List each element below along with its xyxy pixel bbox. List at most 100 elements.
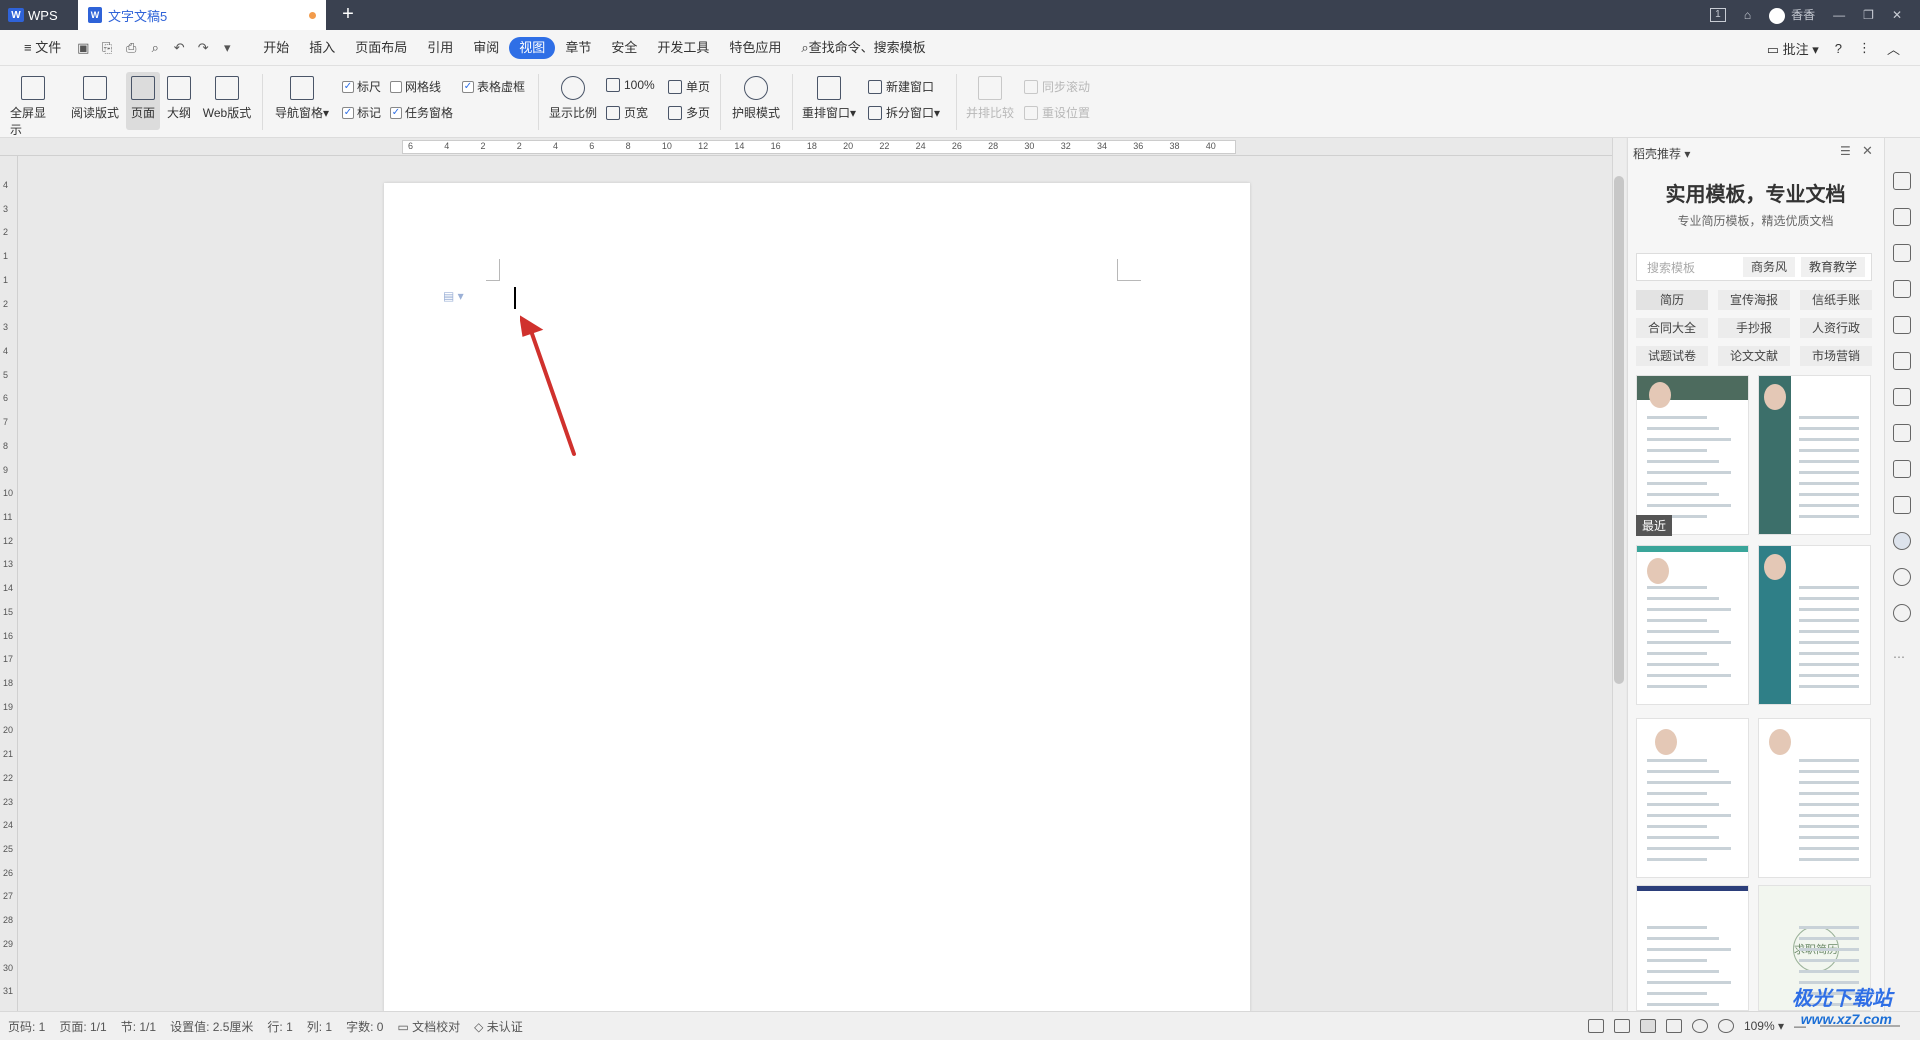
undo-icon[interactable]: ↶ [169,40,189,56]
outline-view-icon[interactable] [1665,1018,1682,1033]
gridlines-checkbox[interactable]: 网格线 [390,78,441,95]
status-pages[interactable]: 页面: 1/1 [59,1018,106,1035]
save-icon[interactable]: ▣ [73,40,93,56]
close-icon[interactable]: ✕ [1892,8,1902,22]
reading-layout-button[interactable]: 阅读版式 [70,76,120,121]
template-search-input[interactable]: 搜索模板 [1637,259,1743,276]
split-window-button[interactable]: 拆分窗口▾ [868,104,940,121]
tab-page-layout[interactable]: 页面布局 [345,37,417,59]
category-stationery[interactable]: 信纸手账 [1800,290,1872,310]
pen-icon[interactable] [1893,172,1911,190]
template-card[interactable] [1636,718,1749,878]
template-card[interactable] [1636,545,1749,705]
print-preview-icon[interactable]: ⌕ [145,40,165,56]
category-exams[interactable]: 试题试卷 [1636,346,1708,366]
customize-icon[interactable]: ▾ [217,40,237,56]
multi-page-button[interactable]: 多页 [668,104,710,121]
zoom-100-button[interactable]: 100% [606,78,655,92]
fullscreen-view-icon[interactable] [1587,1018,1604,1033]
wps-home-tab[interactable]: W WPS [0,0,76,30]
category-contracts[interactable]: 合同大全 [1636,318,1708,338]
window-count-badge[interactable]: 1 [1709,8,1726,22]
category-poster[interactable]: 宣传海报 [1718,290,1790,310]
collapse-ribbon-icon[interactable]: ︿ [1887,39,1900,58]
help-icon[interactable] [1893,604,1911,622]
task-pane-checkbox[interactable]: ✓ 任务窗格 [390,104,453,121]
template-card[interactable] [1636,885,1749,1011]
redo-icon[interactable]: ↷ [193,40,213,56]
comment-button[interactable]: ▭ 批注 ▾ [1767,39,1819,58]
template-card[interactable] [1758,375,1871,535]
template-card[interactable] [1758,718,1871,878]
more-icon[interactable]: ⋮ [1858,40,1871,56]
template-icon[interactable] [1893,532,1911,550]
panel-header[interactable]: 稻壳推荐 ▾ [1633,145,1690,162]
paragraph-layout-icon[interactable]: ▤ ▾ [443,289,464,303]
skin-icon[interactable]: ⌂ [1744,8,1751,22]
select-icon[interactable] [1893,208,1911,226]
eye-protect-icon[interactable] [1717,1018,1734,1033]
file-menu[interactable]: ≡ 文件 [14,37,71,59]
document-icon[interactable] [1893,388,1911,406]
marks-checkbox[interactable]: ✓ 标记 [342,104,381,121]
template-card[interactable] [1636,375,1749,535]
eye-protect-button[interactable]: 护眼模式 [728,76,784,121]
category-hr-admin[interactable]: 人资行政 [1800,318,1872,338]
settings-icon[interactable] [1893,352,1911,370]
minimize-icon[interactable]: — [1833,8,1845,22]
archive-icon[interactable] [1893,460,1911,478]
scrollbar-thumb[interactable] [1614,176,1624,684]
more-tools-icon[interactable]: ⋯ [1893,650,1905,664]
new-window-button[interactable]: 新建窗口 [868,78,934,95]
restore-icon[interactable]: ❐ [1863,8,1874,22]
tab-review[interactable]: 审阅 [463,37,509,59]
category-resume[interactable]: 简历 [1636,290,1708,310]
print-icon[interactable]: ⎙ [121,40,141,56]
template-card[interactable] [1758,545,1871,705]
style-icon[interactable] [1893,280,1911,298]
table-virtual-checkbox[interactable]: ✓ 表格虚框 [462,78,525,95]
export-pdf-icon[interactable]: ⎘ [97,40,117,56]
tab-developer[interactable]: 开发工具 [647,37,719,59]
share-icon[interactable] [1893,568,1911,586]
reset-position-button[interactable]: 重设位置 [1024,104,1090,121]
search-tag-education[interactable]: 教育教学 [1800,257,1865,277]
template-search[interactable]: 搜索模板 商务风 教育教学 [1636,253,1872,281]
table-icon[interactable] [1893,316,1911,334]
tab-insert[interactable]: 插入 [299,37,345,59]
image-icon[interactable] [1893,496,1911,514]
new-tab-button[interactable]: + [336,3,360,27]
document-tab[interactable]: W 文字文稿5 [78,0,326,30]
shapes-icon[interactable] [1893,244,1911,262]
nav-pane-button[interactable]: 导航窗格▾ [270,76,334,121]
sync-scroll-button[interactable]: 同步滚动 [1024,78,1090,95]
zoom-level[interactable]: 109% ▾ [1744,1019,1784,1033]
tab-view[interactable]: 视图 [509,36,556,59]
command-search[interactable]: ⌕查找命令、搜索模板 [791,37,935,59]
reading-view-icon[interactable] [1613,1018,1630,1033]
rearrange-window-button[interactable]: 重排窗口▾ [798,76,860,121]
translate-icon[interactable] [1893,424,1911,442]
ruler-checkbox[interactable]: ✓ 标尺 [342,78,381,95]
tab-features[interactable]: 特色应用 [719,37,791,59]
status-word-count[interactable]: 字数: 0 [346,1018,383,1035]
help-button[interactable]: ? [1835,41,1842,56]
side-by-side-button[interactable]: 并排比较 [962,76,1018,121]
panel-close-icon[interactable]: ✕ [1862,143,1873,159]
page-view-icon[interactable] [1639,1018,1656,1033]
tab-start[interactable]: 开始 [253,37,299,59]
tab-security[interactable]: 安全 [601,37,647,59]
tab-references[interactable]: 引用 [417,37,463,59]
auth-status[interactable]: ◇ 未认证 [474,1018,523,1035]
full-screen-button[interactable]: 全屏显示 [10,76,56,138]
outline-button[interactable]: 大纲 [164,76,194,121]
search-tag-business[interactable]: 商务风 [1742,257,1795,277]
category-marketing[interactable]: 市场营销 [1800,346,1872,366]
tab-chapter[interactable]: 章节 [555,37,601,59]
single-page-button[interactable]: 单页 [668,78,710,95]
panel-menu-icon[interactable]: ☰ [1840,144,1851,158]
web-view-icon[interactable] [1691,1018,1708,1033]
proofread-button[interactable]: ▭ 文档校对 [397,1018,460,1035]
zoom-ratio-button[interactable]: 显示比例 [546,76,600,121]
category-papers[interactable]: 论文文献 [1718,346,1790,366]
